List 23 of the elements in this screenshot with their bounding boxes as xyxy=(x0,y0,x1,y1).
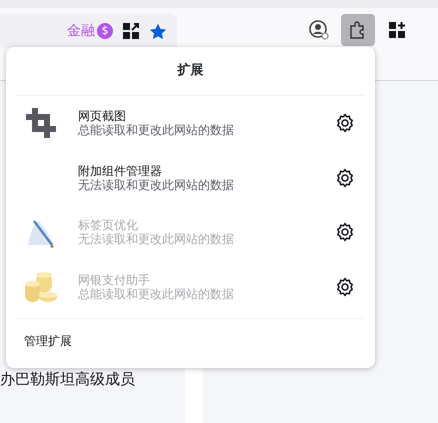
extension-permission: 总能读取和更改此网站的数据 xyxy=(78,286,235,301)
coins-icon xyxy=(24,270,58,304)
manage-extensions-link[interactable]: 管理扩展 xyxy=(16,319,365,363)
panel-title: 扩展 xyxy=(176,62,204,80)
settings-icon[interactable] xyxy=(335,113,355,134)
extension-name: 附加组件管理器 xyxy=(78,164,163,178)
extension-item[interactable]: 网页截图 总能读取和更改此网站的数据 xyxy=(16,96,365,150)
extension-name: 网银支付助手 xyxy=(78,272,151,287)
extension-permission: 总能读取和更改此网站的数据 xyxy=(78,123,235,138)
page-text: 办巴勒斯坦高级成员 xyxy=(0,369,135,390)
address-bar[interactable]: 金融 $ xyxy=(0,14,177,48)
bookmark-star-icon[interactable] xyxy=(149,22,167,40)
extension-name: 标签页优化 xyxy=(78,218,139,232)
extension-item[interactable]: 附加组件管理器 无法读取和更改此网站的数据 xyxy=(16,150,365,205)
settings-icon[interactable] xyxy=(335,168,355,188)
extensions-button[interactable] xyxy=(341,14,375,46)
extension-permission: 无法读取和更改此网站的数据 xyxy=(78,178,235,192)
grid-icon[interactable] xyxy=(123,23,139,39)
extension-permission: 无法读取和更改此网站的数据 xyxy=(78,232,235,246)
currency-icon[interactable]: $ xyxy=(97,23,113,39)
crop-icon xyxy=(24,106,58,140)
url-label[interactable]: 金融 xyxy=(67,20,95,42)
extension-name: 网页截图 xyxy=(78,109,127,124)
